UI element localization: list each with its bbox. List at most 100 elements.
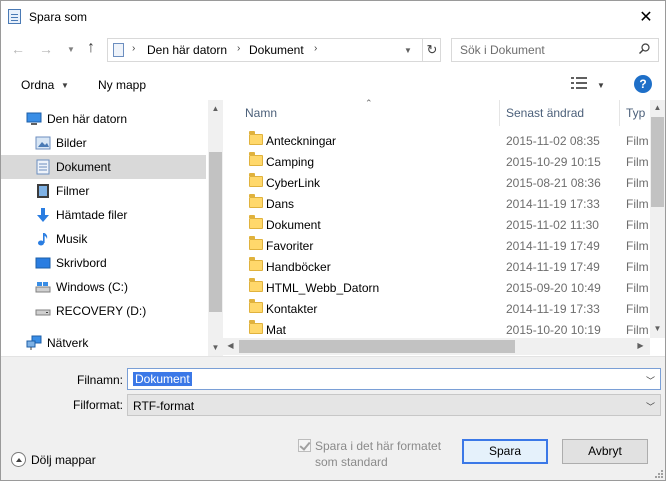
sidebar-item-pictures[interactable]: Bilder (1, 131, 206, 155)
file-type: Filmapp (626, 239, 648, 253)
scroll-up-icon[interactable]: ▲ (650, 103, 665, 112)
column-header-date[interactable]: Senast ändrad (506, 106, 584, 132)
file-type: Filmapp (626, 281, 648, 295)
sidebar-item-network[interactable]: Nätverk (1, 331, 206, 355)
file-type: Filmapp (626, 176, 648, 190)
file-type: Filmapp (626, 323, 648, 337)
scroll-right-icon[interactable]: ▶ (633, 341, 648, 350)
file-row[interactable]: HTML_Webb_Datorn 2015-09-20 10:49 Filmapp (223, 277, 648, 298)
sidebar-item-videos[interactable]: Filmer (1, 179, 206, 203)
sidebar-scrollbar-thumb[interactable] (209, 152, 222, 312)
view-options-icon[interactable] (571, 77, 587, 89)
refresh-icon[interactable]: ↻ (422, 39, 441, 61)
view-options-chevron-icon[interactable]: ▼ (597, 81, 605, 90)
breadcrumb-separator-icon[interactable]: › (314, 43, 317, 54)
file-name: Dokument (266, 218, 321, 232)
pictures-icon (35, 136, 51, 150)
breadcrumb-this-pc[interactable]: Den här datorn (147, 43, 227, 57)
sidebar-item-drive-c[interactable]: Windows (C:) (1, 275, 206, 299)
documents-icon (36, 159, 50, 175)
sidebar-item-this-pc[interactable]: Den här datorn (1, 107, 206, 131)
file-type: Filmapp (626, 134, 648, 148)
save-as-default-checkbox[interactable] (298, 439, 311, 452)
sidebar-item-label: Dokument (56, 160, 111, 174)
address-history-chevron-icon[interactable]: ▼ (404, 46, 412, 55)
file-list-vertical-thumb[interactable] (651, 117, 664, 207)
file-list-horizontal-thumb[interactable] (239, 340, 515, 353)
save-button[interactable]: Spara (462, 439, 548, 464)
file-date: 2014-11-19 17:33 (506, 197, 600, 211)
file-date: 2014-11-19 17:49 (506, 260, 600, 274)
file-row[interactable]: Kontakter 2014-11-19 17:33 Filmapp (223, 298, 648, 319)
organize-menu[interactable]: Ordna (21, 78, 54, 92)
file-row[interactable]: Handböcker 2014-11-19 17:49 Filmapp (223, 256, 648, 277)
help-icon[interactable]: ? (634, 75, 652, 93)
column-header-type[interactable]: Typ (626, 106, 648, 132)
folder-icon (249, 320, 263, 334)
format-label: Filformat: (72, 398, 123, 412)
sidebar-scrollbar[interactable]: ▲ ▼ (208, 100, 223, 356)
save-as-dialog: Spara som ✕ ← → ▼ ↑ › Den här datorn › D… (0, 0, 666, 481)
file-name: Camping (266, 155, 315, 169)
filename-field[interactable]: Dokument ﹀ (127, 368, 661, 390)
file-type: Filmapp (626, 197, 648, 211)
cancel-button[interactable]: Avbryt (562, 439, 648, 464)
videos-icon (37, 184, 49, 198)
folder-icon (249, 194, 263, 208)
search-box[interactable]: Sök i Dokument (451, 38, 659, 62)
file-row[interactable]: Camping 2015-10-29 10:15 Filmapp (223, 151, 648, 172)
resize-grip-icon[interactable] (653, 468, 663, 478)
sidebar-item-downloads[interactable]: Hämtade filer (1, 203, 206, 227)
search-placeholder: Sök i Dokument (460, 43, 545, 57)
file-row[interactable]: CyberLink 2015-08-21 08:36 Filmapp (223, 172, 648, 193)
scroll-up-icon[interactable]: ▲ (208, 104, 223, 113)
file-row[interactable]: Anteckningar 2015-11-02 08:35 Filmapp (223, 130, 648, 151)
column-divider[interactable] (499, 100, 500, 126)
sort-ascending-icon: ⌃ (365, 98, 373, 108)
new-folder-button[interactable]: Ny mapp (98, 78, 146, 92)
file-date: 2015-11-02 08:35 (506, 134, 600, 148)
address-bar[interactable]: › Den här datorn › Dokument › ▼ ↻ (107, 38, 441, 62)
up-arrow-icon[interactable]: ↑ (87, 39, 95, 57)
scroll-down-icon[interactable]: ▼ (208, 343, 223, 352)
sidebar-item-documents[interactable]: Dokument (1, 155, 206, 179)
file-row[interactable]: Dokument 2015-11-02 11:30 Filmapp (223, 214, 648, 235)
save-as-default-label: Spara i det här formatet som standard (315, 438, 441, 470)
chevron-down-icon[interactable]: ﹀ (646, 374, 655, 387)
breadcrumb-documents[interactable]: Dokument (249, 43, 304, 57)
chevron-down-icon[interactable]: ﹀ (646, 400, 655, 413)
file-row[interactable]: Dans 2014-11-19 17:33 Filmapp (223, 193, 648, 214)
search-icon[interactable] (639, 43, 650, 54)
file-name: Favoriter (266, 239, 314, 253)
file-name: Kontakter (266, 302, 318, 316)
file-row[interactable]: Favoriter 2014-11-19 17:49 Filmapp (223, 235, 648, 256)
file-row[interactable]: Mat 2015-10-20 10:19 Filmapp (223, 319, 648, 340)
scroll-down-icon[interactable]: ▼ (650, 324, 665, 333)
organize-chevron-icon[interactable]: ▼ (61, 81, 69, 90)
back-arrow-icon[interactable]: ← (11, 41, 25, 57)
filename-label: Filnamn: (76, 373, 123, 387)
folder-icon (249, 299, 263, 313)
filename-value[interactable]: Dokument (133, 372, 192, 386)
location-icon (113, 43, 124, 57)
folder-icon (249, 131, 263, 145)
file-list-vertical-scrollbar[interactable]: ▲ ▼ (650, 100, 665, 338)
breadcrumb-separator-icon[interactable]: › (237, 43, 240, 54)
sidebar-item-music[interactable]: Musik (1, 227, 206, 251)
column-divider[interactable] (619, 100, 620, 126)
file-list-horizontal-scrollbar[interactable]: ◀ ▶ (223, 338, 650, 355)
column-header-name[interactable]: Namn (245, 106, 277, 132)
sidebar-item-label: Hämtade filer (56, 208, 128, 222)
close-button[interactable]: ✕ (627, 1, 665, 32)
sidebar-item-drive-d[interactable]: RECOVERY (D:) (1, 299, 206, 323)
folder-icon (249, 278, 263, 292)
drive-icon (35, 309, 51, 316)
checkbox-label-line: Spara i det här formatet (315, 439, 442, 453)
file-date: 2015-09-20 10:49 (506, 281, 601, 295)
forward-arrow-icon[interactable]: → (39, 41, 53, 57)
recent-locations-chevron-icon[interactable]: ▼ (67, 45, 75, 54)
scroll-left-icon[interactable]: ◀ (223, 341, 238, 350)
sidebar-item-label: Nätverk (47, 336, 89, 350)
file-format-select[interactable]: RTF-format ﹀ (127, 394, 661, 416)
sidebar-item-desktop[interactable]: Skrivbord (1, 251, 206, 275)
